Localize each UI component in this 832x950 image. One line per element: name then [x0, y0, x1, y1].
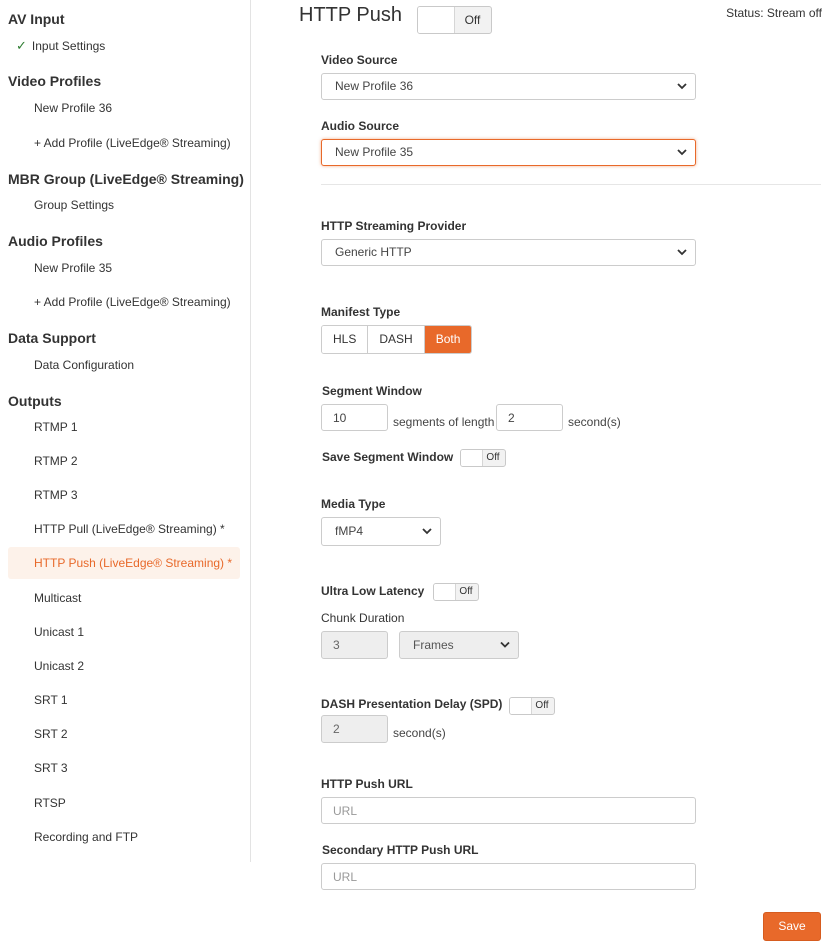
sidebar-heading-av-input: AV Input [8, 11, 65, 27]
sidebar-item-http-pull[interactable]: HTTP Pull (LiveEdge® Streaming) * [8, 513, 240, 545]
sidebar-item-rtmp-3[interactable]: RTMP 3 [8, 479, 240, 511]
sidebar-item-video-profile[interactable]: New Profile 36 [8, 92, 240, 124]
segment-length-input[interactable] [496, 404, 563, 431]
sidebar-item-http-push[interactable]: HTTP Push (LiveEdge® Streaming) * [8, 547, 240, 579]
toggle-knob [434, 584, 456, 600]
manifest-hls-button[interactable]: HLS [322, 326, 369, 353]
media-type-label: Media Type [321, 497, 386, 511]
ultra-low-latency-toggle[interactable]: Off [433, 583, 479, 601]
status-text: Status: Stream off [726, 6, 822, 20]
spd-unit-text: second(s) [393, 726, 446, 740]
chevron-down-icon [500, 641, 510, 648]
chunk-duration-label: Chunk Duration [321, 611, 405, 625]
sidebar-heading-audio-profiles: Audio Profiles [8, 233, 103, 249]
sidebar-heading-outputs: Outputs [8, 393, 62, 409]
video-source-label: Video Source [321, 53, 398, 67]
section-divider [321, 184, 821, 185]
sidebar-item-srt-2[interactable]: SRT 2 [8, 718, 240, 750]
push-url-input[interactable] [321, 797, 696, 824]
dash-presentation-delay-label: DASH Presentation Delay (SPD) [321, 697, 503, 711]
ultra-low-latency-label: Ultra Low Latency [321, 584, 425, 598]
sidebar-item-label: Input Settings [31, 39, 106, 53]
sidebar-item-audio-profile[interactable]: New Profile 35 [8, 252, 240, 284]
sidebar-item-recording-ftp[interactable]: Recording and FTP [8, 821, 240, 853]
toggle-knob [418, 7, 455, 33]
sidebar-item-multicast[interactable]: Multicast [8, 582, 240, 614]
provider-select[interactable]: Generic HTTP [321, 239, 696, 266]
seconds-unit-text: second(s) [568, 415, 621, 429]
segment-count-input[interactable] [321, 404, 388, 431]
sidebar-item-srt-1[interactable]: SRT 1 [8, 684, 240, 716]
sidebar-item-unicast-1[interactable]: Unicast 1 [8, 616, 240, 648]
toggle-knob [510, 698, 532, 714]
sidebar-item-add-audio-profile[interactable]: + Add Profile (LiveEdge® Streaming) [8, 286, 240, 318]
sidebar-item-rtsp[interactable]: RTSP [8, 787, 240, 819]
select-value: Frames [413, 638, 454, 652]
manifest-type-label: Manifest Type [321, 305, 401, 319]
select-value: Generic HTTP [335, 245, 412, 259]
video-source-select[interactable]: New Profile 36 [321, 73, 696, 100]
toggle-knob [461, 450, 483, 466]
chunk-duration-unit-select[interactable]: Frames [399, 631, 519, 659]
page-title: HTTP Push [299, 4, 402, 26]
chevron-down-icon [677, 83, 687, 90]
secondary-push-url-input[interactable] [321, 863, 696, 890]
toggle-state: Off [464, 13, 481, 27]
manifest-both-button[interactable]: Both [424, 326, 472, 353]
select-value: fMP4 [335, 524, 364, 538]
save-button[interactable]: Save [763, 912, 821, 941]
check-icon: ✓ [16, 38, 27, 53]
toggle-state: Off [535, 700, 549, 711]
dash-presentation-delay-input[interactable] [321, 715, 388, 743]
sidebar-item-rtmp-2[interactable]: RTMP 2 [8, 445, 240, 477]
chunk-duration-input[interactable] [321, 631, 388, 659]
segment-window-label: Segment Window [322, 384, 422, 398]
audio-source-label: Audio Source [321, 119, 400, 133]
save-segment-window-toggle[interactable]: Off [460, 449, 506, 467]
secondary-push-url-label: Secondary HTTP Push URL [322, 843, 479, 857]
audio-source-select[interactable]: New Profile 35 [321, 139, 696, 166]
sidebar-heading-data-support: Data Support [8, 330, 96, 346]
sidebar-item-group-settings[interactable]: Group Settings [8, 189, 240, 221]
sidebar-item-rtmp-1[interactable]: RTMP 1 [8, 411, 240, 443]
select-value: New Profile 35 [335, 145, 414, 159]
sidebar-item-input-settings[interactable]: ✓ Input Settings [8, 30, 240, 62]
sidebar-item-srt-3[interactable]: SRT 3 [8, 752, 240, 784]
sidebar-item-add-video-profile[interactable]: + Add Profile (LiveEdge® Streaming) [8, 127, 240, 159]
dash-presentation-delay-toggle[interactable]: Off [509, 697, 555, 715]
toggle-state: Off [486, 452, 500, 463]
chevron-down-icon [422, 528, 432, 535]
sidebar: AV Input ✓ Input Settings Video Profiles … [0, 0, 251, 862]
sidebar-item-unicast-2[interactable]: Unicast 2 [8, 650, 240, 682]
toggle-state: Off [459, 586, 473, 597]
save-segment-window-label: Save Segment Window [322, 450, 454, 464]
chevron-down-icon [677, 149, 687, 156]
select-value: New Profile 36 [335, 79, 414, 93]
sidebar-heading-video-profiles: Video Profiles [8, 73, 102, 89]
sidebar-item-data-configuration[interactable]: Data Configuration [8, 349, 240, 381]
provider-label: HTTP Streaming Provider [321, 219, 467, 233]
manifest-dash-button[interactable]: DASH [368, 326, 425, 353]
sidebar-heading-mbr-group: MBR Group (LiveEdge® Streaming) [8, 171, 244, 187]
manifest-type-group: HLS DASH Both [321, 325, 473, 354]
chevron-down-icon [677, 249, 687, 256]
push-url-label: HTTP Push URL [321, 777, 413, 791]
segments-of-length-text: segments of length [393, 415, 495, 429]
enable-toggle[interactable]: Off [417, 6, 492, 34]
media-type-select[interactable]: fMP4 [321, 517, 441, 546]
